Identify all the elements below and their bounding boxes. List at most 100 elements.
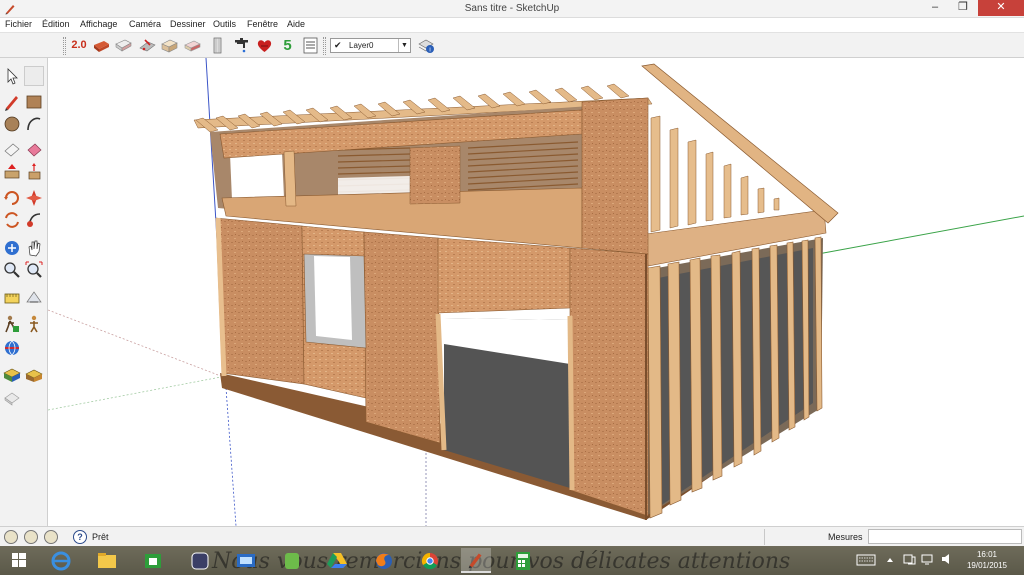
tape-measure-icon[interactable] bbox=[2, 288, 22, 308]
rotate-icon[interactable] bbox=[2, 188, 22, 208]
menu-edition[interactable]: Édition bbox=[42, 19, 70, 29]
title-bar: Sans titre - SketchUp – ❐ ✕ bbox=[0, 0, 1024, 18]
upper-panel-middle bbox=[409, 145, 461, 205]
window-glass bbox=[314, 256, 352, 340]
menu-affichage[interactable]: Affichage bbox=[80, 19, 117, 29]
gable-studs bbox=[650, 115, 780, 233]
list-icon[interactable] bbox=[301, 36, 320, 55]
chevron-down-icon[interactable]: ▼ bbox=[398, 39, 410, 52]
window-title: Sans titre - SketchUp bbox=[464, 3, 560, 14]
pencil-icon[interactable] bbox=[2, 92, 22, 112]
svg-text:i: i bbox=[429, 48, 430, 54]
shingle-icon[interactable] bbox=[183, 36, 202, 55]
clock-time: 16:01 bbox=[976, 550, 998, 559]
file-explorer-icon[interactable] bbox=[92, 548, 122, 573]
maximize-button[interactable]: ❐ bbox=[950, 0, 976, 16]
upper-post bbox=[283, 150, 297, 207]
windows-start-icon[interactable] bbox=[4, 548, 34, 573]
get-models-icon[interactable] bbox=[2, 365, 22, 385]
zoom-icon[interactable] bbox=[2, 260, 22, 280]
sketchup-icon[interactable] bbox=[461, 548, 491, 573]
paint-bucket-icon[interactable] bbox=[24, 140, 44, 160]
follow-me-icon[interactable] bbox=[24, 210, 44, 230]
box-icon[interactable] bbox=[160, 36, 179, 55]
help-icon[interactable]: ? bbox=[73, 530, 87, 544]
roof-icon[interactable] bbox=[138, 36, 157, 55]
green-axis bbox=[817, 215, 1024, 255]
layer-name: Layer0 bbox=[349, 41, 374, 50]
app-icon[interactable] bbox=[185, 548, 215, 573]
dimension-icon[interactable] bbox=[24, 288, 44, 308]
select-icon[interactable] bbox=[2, 66, 22, 86]
volume-icon[interactable] bbox=[940, 552, 954, 566]
layer-manager-icon[interactable]: i bbox=[417, 36, 436, 55]
credits-icon[interactable] bbox=[24, 530, 38, 544]
layer-current-check-icon: ✔ bbox=[334, 40, 342, 50]
status-bar: ? Prêt Mesures bbox=[0, 526, 1024, 546]
toolbar-grip[interactable] bbox=[323, 37, 326, 55]
calculator-icon[interactable] bbox=[508, 548, 538, 573]
rectangle-icon[interactable] bbox=[24, 92, 44, 112]
red-axis-dotted bbox=[48, 309, 227, 379]
menu-bar: Fichier Édition Affichage Caméra Dessine… bbox=[0, 18, 1024, 32]
push-pull-icon[interactable] bbox=[2, 162, 22, 182]
arc-icon[interactable] bbox=[24, 114, 44, 134]
eraser-box-icon[interactable] bbox=[114, 36, 133, 55]
menu-dessiner[interactable]: Dessiner bbox=[170, 19, 206, 29]
close-button[interactable]: ✕ bbox=[978, 0, 1024, 16]
menu-outils[interactable]: Outils bbox=[213, 19, 236, 29]
faucet-icon[interactable] bbox=[232, 36, 251, 55]
circle-icon[interactable] bbox=[2, 114, 22, 134]
layer-select[interactable]: ✔ Layer0 ▼ bbox=[330, 38, 411, 53]
internet-explorer-icon[interactable] bbox=[46, 548, 76, 573]
network-icon[interactable] bbox=[920, 552, 934, 566]
walk-icon[interactable] bbox=[2, 314, 22, 334]
osb-upper-corner bbox=[581, 97, 649, 255]
eraser-icon[interactable] bbox=[2, 140, 22, 160]
menu-fenetre[interactable]: Fenêtre bbox=[247, 19, 278, 29]
tray-expand-icon[interactable] bbox=[886, 556, 894, 564]
brick-icon[interactable] bbox=[92, 36, 111, 55]
status-text: Prêt bbox=[92, 532, 109, 542]
orbit-icon[interactable] bbox=[2, 210, 22, 230]
user-account-icon[interactable] bbox=[44, 530, 58, 544]
warehouse-icon[interactable] bbox=[2, 388, 22, 408]
minimize-button[interactable]: – bbox=[922, 0, 948, 16]
move-icon[interactable] bbox=[24, 162, 44, 182]
model-viewport[interactable] bbox=[48, 58, 1024, 526]
zoom-extents-icon[interactable] bbox=[24, 260, 44, 280]
chrome-icon[interactable] bbox=[415, 548, 445, 573]
osb-panel-4 bbox=[569, 247, 649, 517]
keyboard-icon[interactable] bbox=[856, 553, 876, 567]
column-icon[interactable] bbox=[208, 36, 227, 55]
clock-date: 19/01/2015 bbox=[966, 561, 1008, 570]
level-5-icon[interactable]: 5 bbox=[278, 36, 297, 55]
offset-icon[interactable] bbox=[24, 188, 44, 208]
share-model-icon[interactable] bbox=[24, 365, 44, 385]
measures-label: Mesures bbox=[828, 532, 863, 542]
store-icon[interactable] bbox=[138, 548, 168, 573]
clock[interactable]: 16:01 19/01/2015 bbox=[962, 549, 1012, 571]
hand-icon[interactable] bbox=[24, 238, 44, 258]
blue-axis-dotted bbox=[225, 387, 237, 526]
toolbar: 2.0 5 ✔ Layer0 ▼ i bbox=[0, 32, 1024, 58]
measures-input[interactable] bbox=[868, 529, 1022, 544]
geolocation-icon[interactable] bbox=[4, 530, 18, 544]
upper-window-left bbox=[230, 152, 284, 200]
firefox-icon[interactable] bbox=[369, 548, 399, 573]
google-drive-icon[interactable] bbox=[322, 548, 352, 573]
heart-icon[interactable] bbox=[255, 36, 274, 55]
menu-camera[interactable]: Caméra bbox=[129, 19, 161, 29]
action-center-icon[interactable] bbox=[902, 552, 916, 566]
pan-icon[interactable] bbox=[2, 238, 22, 258]
house-frame-model[interactable] bbox=[48, 58, 1024, 526]
toolbar-grip[interactable] bbox=[63, 37, 66, 55]
menu-fichier[interactable]: Fichier bbox=[5, 19, 32, 29]
look-around-icon[interactable] bbox=[24, 314, 44, 334]
photo-viewer-icon[interactable] bbox=[231, 548, 261, 573]
warehouse-2-icon[interactable]: 2.0 bbox=[68, 36, 90, 55]
tool-palette bbox=[0, 58, 48, 526]
menu-aide[interactable]: Aide bbox=[287, 19, 305, 29]
android-icon[interactable] bbox=[277, 548, 307, 573]
position-camera-icon[interactable] bbox=[2, 338, 22, 358]
